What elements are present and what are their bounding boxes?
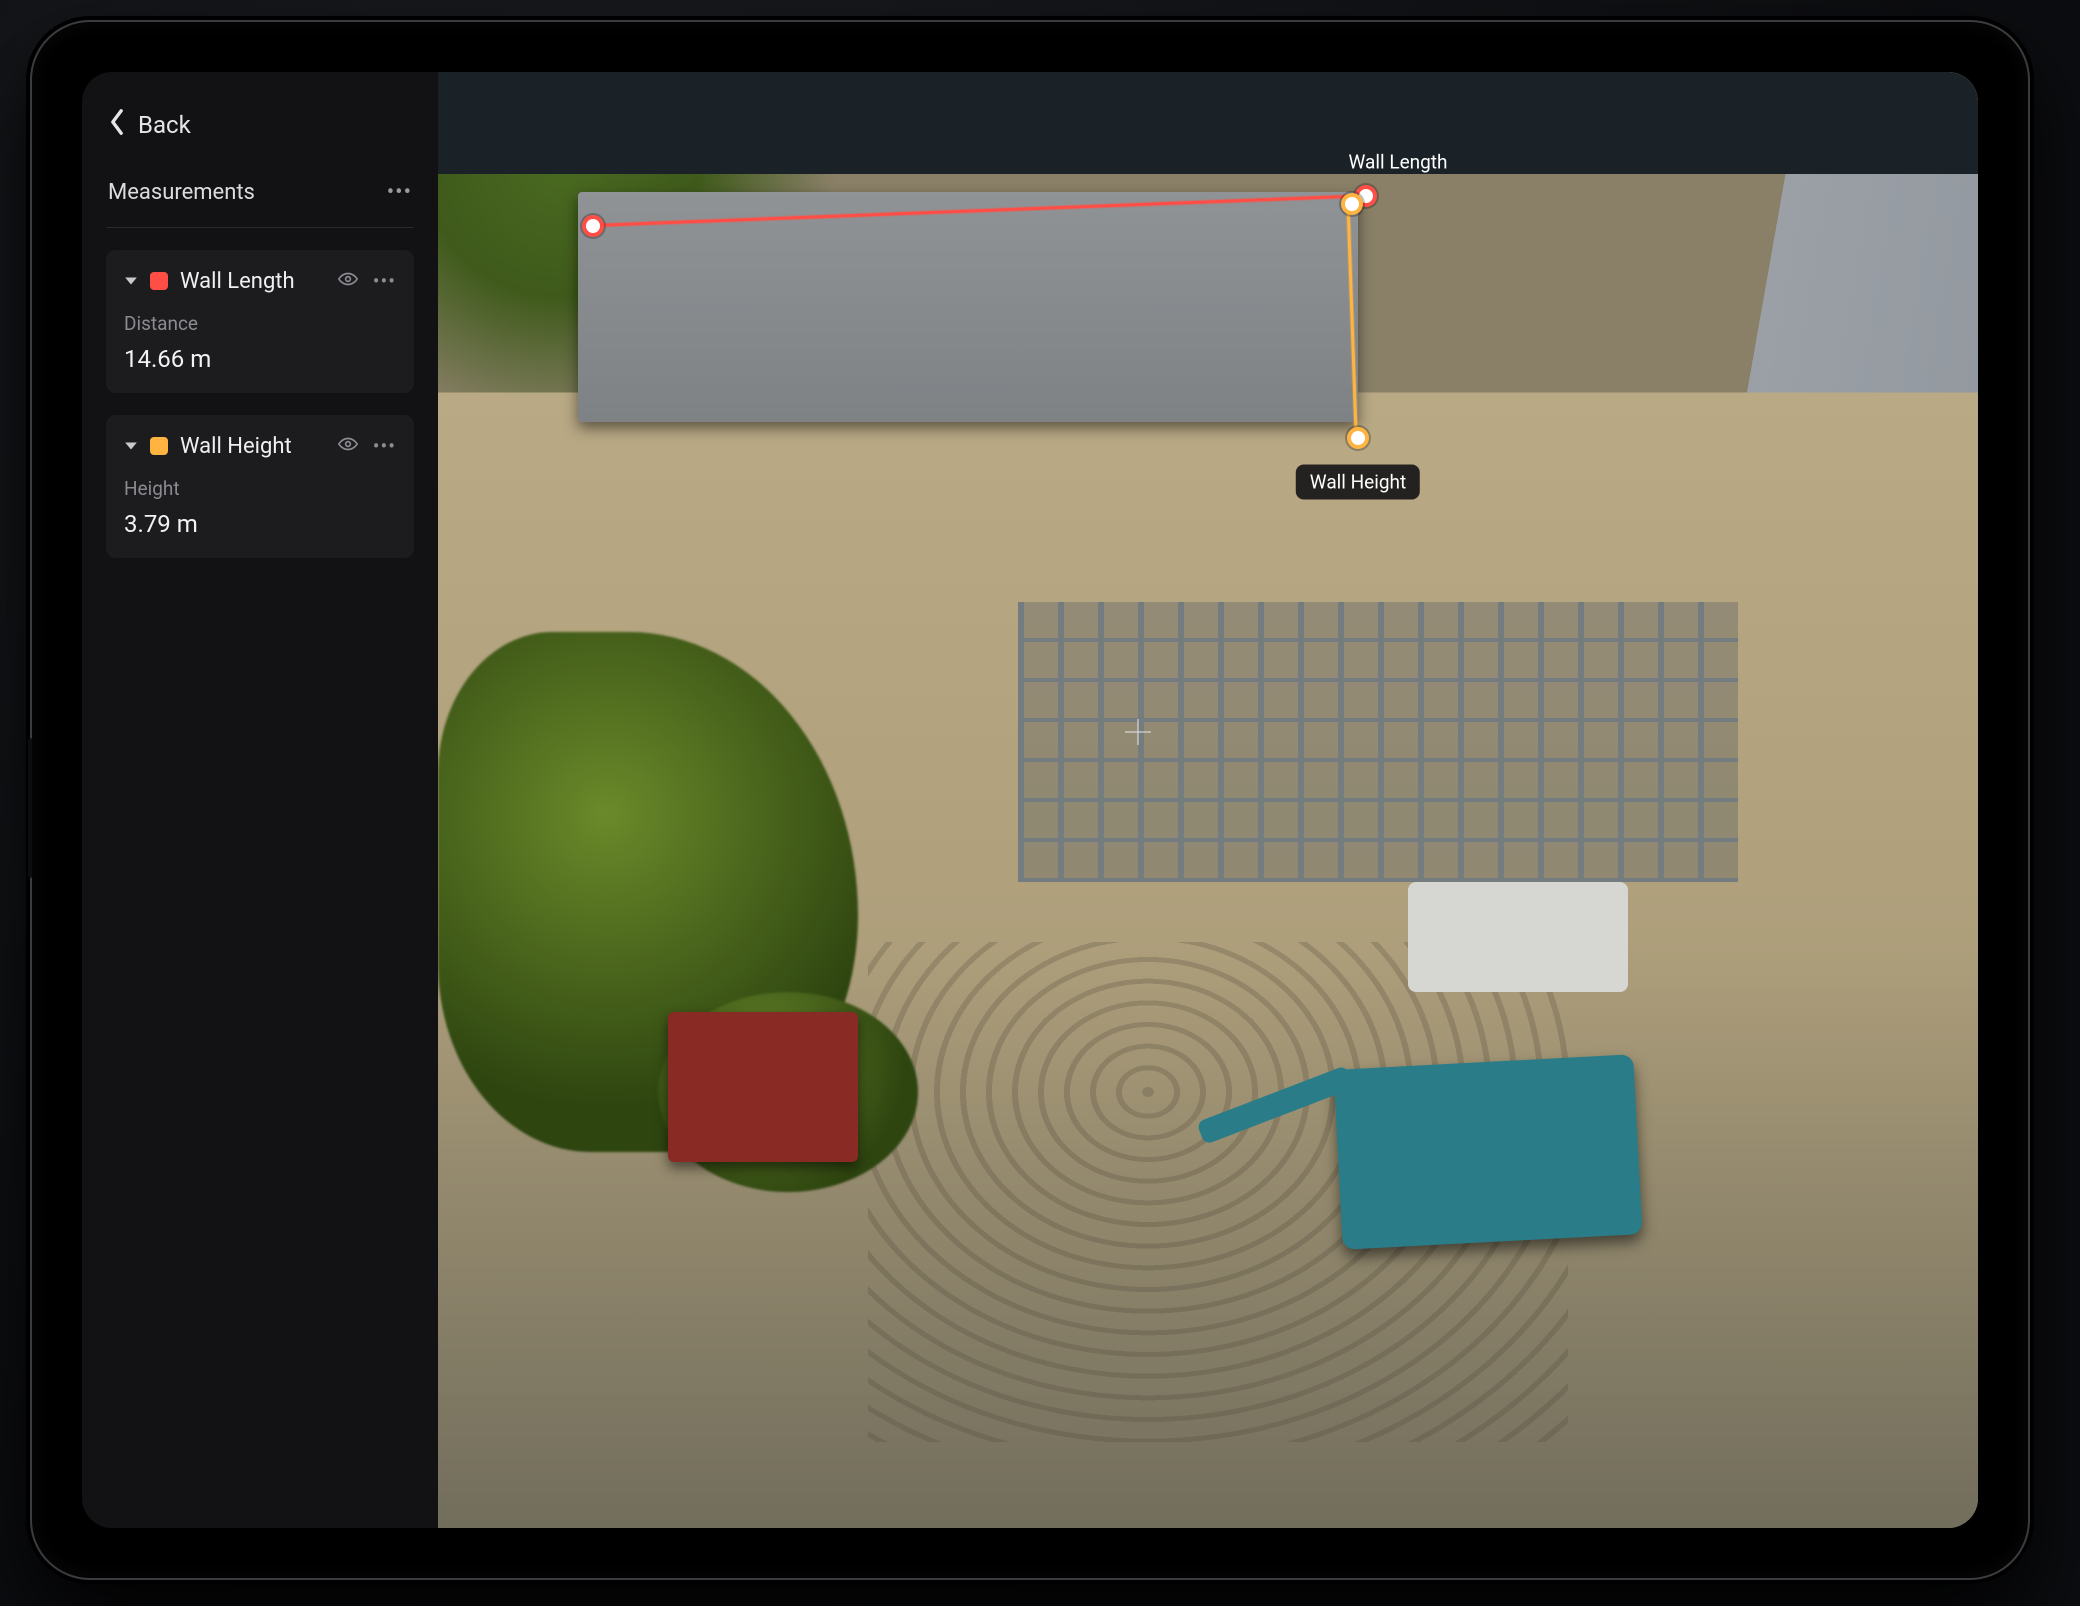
sidebar: Back Measurements ••• Wall Length (82, 72, 438, 1528)
scene-truck (1408, 882, 1628, 992)
wall-height-endpoint-a[interactable] (1341, 193, 1363, 215)
chevron-down-icon[interactable] (124, 274, 138, 288)
metric-value: 3.79 m (124, 510, 396, 538)
measurement-card-wall-length[interactable]: Wall Length ••• Distance 14.66 m (106, 250, 414, 393)
app-screen: Back Measurements ••• Wall Length (82, 72, 1978, 1528)
scene-excavator (1333, 1054, 1642, 1249)
measurement-more-icon[interactable]: ••• (373, 434, 396, 458)
color-swatch (150, 272, 168, 290)
measurement-card-wall-height[interactable]: Wall Height ••• Height 3.79 m (106, 415, 414, 558)
measurement-more-icon[interactable]: ••• (373, 269, 396, 293)
viewport-3d[interactable]: Wall Length Wall Height (438, 72, 1978, 1528)
back-label: Back (138, 111, 191, 139)
back-button[interactable]: Back (106, 100, 195, 160)
measurement-name: Wall Length (180, 269, 325, 294)
metric-label: Distance (124, 312, 396, 335)
wall-height-overlay-label: Wall Height (1296, 465, 1420, 500)
color-swatch (150, 437, 168, 455)
measurement-name: Wall Height (180, 434, 325, 459)
tablet-frame: Back Measurements ••• Wall Length (30, 20, 2030, 1580)
measurements-section-header: Measurements ••• (106, 160, 414, 228)
wall-length-endpoint-a[interactable] (582, 215, 604, 237)
scene-concrete-wall (578, 192, 1358, 422)
chevron-left-icon (108, 108, 126, 142)
metric-label: Height (124, 477, 396, 500)
measurements-more-icon[interactable]: ••• (387, 180, 412, 205)
visibility-toggle-icon[interactable] (337, 433, 359, 459)
metric-value: 14.66 m (124, 345, 396, 373)
scene-container (668, 1012, 858, 1162)
chevron-down-icon[interactable] (124, 439, 138, 453)
wall-height-endpoint-b[interactable] (1347, 427, 1369, 449)
measurements-title: Measurements (108, 180, 255, 205)
scene-backdrop (438, 72, 1978, 1528)
wall-length-overlay-label: Wall Length (1349, 151, 1448, 174)
crosshair-icon (1125, 719, 1151, 745)
visibility-toggle-icon[interactable] (337, 268, 359, 294)
